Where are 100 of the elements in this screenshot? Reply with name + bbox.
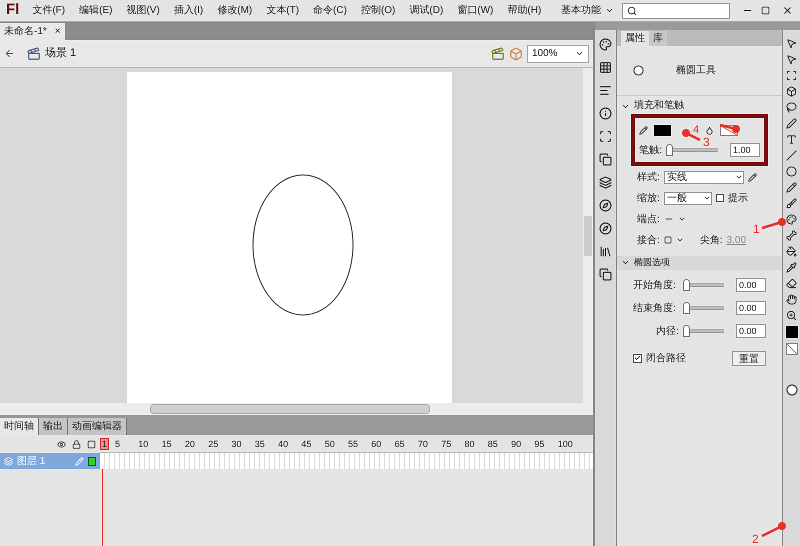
tool-icon[interactable] xyxy=(786,118,797,129)
frame-number: 20 xyxy=(184,438,195,451)
slider-thumb[interactable] xyxy=(683,325,690,337)
tool-icon[interactable] xyxy=(786,262,797,273)
panel-dock-icon[interactable] xyxy=(599,222,612,235)
edit-symbol-icon xyxy=(509,46,523,60)
annotation-number: 4 xyxy=(693,123,700,138)
frame-number: 55 xyxy=(348,438,358,451)
annotation-number: 3 xyxy=(703,134,710,151)
field-label: 开始角度: xyxy=(633,278,677,292)
outline-swatch xyxy=(88,456,96,466)
tool-icon[interactable] xyxy=(786,294,797,305)
tool-icon[interactable] xyxy=(786,86,797,97)
menu-item[interactable]: 命令(C) xyxy=(306,3,354,18)
menu-item[interactable]: 编辑(E) xyxy=(72,3,120,18)
style-dropdown[interactable]: 实线 xyxy=(664,170,744,184)
tool-icon[interactable] xyxy=(786,54,797,65)
menu-item[interactable]: 帮助(H) xyxy=(500,3,548,18)
frame-number: 100 xyxy=(558,438,573,451)
frame-number: 10 xyxy=(138,438,148,451)
timeline-tab[interactable]: 输出 xyxy=(39,418,68,435)
value-input[interactable]: 0.00 xyxy=(736,278,766,292)
menu-item[interactable]: 调试(D) xyxy=(402,3,450,18)
menu-item[interactable]: 修改(M) xyxy=(210,3,260,18)
panel-dock-icon[interactable] xyxy=(599,84,612,97)
panel-dock-icon[interactable] xyxy=(599,245,612,258)
annotation-number: 1 xyxy=(753,221,760,238)
tool-icon[interactable] xyxy=(786,182,797,193)
search-field[interactable] xyxy=(622,2,730,18)
caret-icon xyxy=(702,194,711,202)
workspace-menu[interactable]: 基本功能 xyxy=(561,3,601,18)
caret-icon xyxy=(678,215,686,223)
timeline-tab[interactable]: 动画编辑器 xyxy=(68,418,127,435)
horizontal-scrollbar[interactable] xyxy=(0,403,593,415)
tab-close[interactable]: × xyxy=(54,24,61,39)
frame-number: 40 xyxy=(278,438,288,451)
fill-color-swatch[interactable] xyxy=(786,343,798,355)
field-label: 端点: xyxy=(637,212,660,226)
tool-icon[interactable] xyxy=(786,150,797,161)
tool-name: 椭圆工具 xyxy=(676,64,716,78)
panel-dock-icon[interactable] xyxy=(599,130,612,143)
slider-thumb[interactable] xyxy=(666,144,673,156)
tool-icon[interactable] xyxy=(786,310,797,321)
stroke-color-swatch[interactable] xyxy=(786,326,798,338)
panel-dock-icon[interactable] xyxy=(599,199,612,212)
tool-icon[interactable] xyxy=(786,214,797,225)
menu-item[interactable]: 控制(O) xyxy=(354,3,402,18)
panel-tab[interactable]: 库 xyxy=(649,31,667,46)
close-path-checkbox[interactable] xyxy=(633,354,642,362)
menu-item[interactable]: 插入(I) xyxy=(166,3,210,18)
slider-thumb[interactable] xyxy=(683,302,690,314)
panel-dock-icon[interactable] xyxy=(599,107,612,120)
frame-number: 65 xyxy=(394,438,405,451)
field-label: 结束角度: xyxy=(633,302,677,316)
panel-dock-icon[interactable] xyxy=(599,38,612,51)
tool-icon[interactable] xyxy=(786,230,797,241)
menu-item[interactable]: 文件(F) xyxy=(25,3,72,18)
tool-icon[interactable] xyxy=(786,70,797,81)
menu-item[interactable]: 视图(V) xyxy=(119,3,167,18)
menu-item[interactable]: 窗口(W) xyxy=(450,3,500,18)
vertical-scrollbar[interactable] xyxy=(583,68,593,403)
tool-icon[interactable] xyxy=(786,166,797,177)
frame-number: 50 xyxy=(324,438,335,451)
tool-icon[interactable] xyxy=(786,134,797,145)
panel-dock-icon[interactable] xyxy=(599,176,612,189)
value-input[interactable]: 0.00 xyxy=(736,301,766,315)
value-input[interactable]: 0.00 xyxy=(736,324,766,338)
back-arrow-icon[interactable] xyxy=(4,48,15,59)
stroke-icon xyxy=(639,126,648,135)
stroke-color-swatch[interactable] xyxy=(654,124,671,136)
frame-number: 60 xyxy=(371,438,382,451)
stroke-input[interactable]: 1.00 xyxy=(730,143,760,157)
caret-icon xyxy=(734,173,743,181)
panel-dock-icon[interactable] xyxy=(599,153,612,166)
search-icon xyxy=(627,6,637,16)
document-title: 未命名-1* xyxy=(4,24,47,39)
tool-icon[interactable] xyxy=(786,198,797,209)
tool-icon[interactable] xyxy=(786,246,797,257)
scale-dropdown[interactable]: 一般 xyxy=(664,192,712,204)
panel-dock-icon[interactable] xyxy=(599,268,612,281)
caret-icon xyxy=(676,236,684,244)
tool-icon[interactable] xyxy=(786,278,797,289)
tool-icon[interactable] xyxy=(786,38,797,49)
caret-icon[interactable] xyxy=(605,6,614,15)
clapperboard-icon xyxy=(27,46,41,60)
zoom-dropdown[interactable]: 100% xyxy=(527,44,589,62)
hint-checkbox[interactable] xyxy=(716,194,724,202)
panel-dock-icon[interactable] xyxy=(599,61,612,74)
timeline-tab[interactable]: 时间轴 xyxy=(0,418,39,435)
frame-number: 80 xyxy=(464,438,475,451)
section-title: 填充和笔触 xyxy=(634,101,684,111)
frame-number: 70 xyxy=(418,438,428,451)
panel-tab[interactable]: 属性 xyxy=(621,31,649,46)
tool-icon[interactable] xyxy=(786,102,797,113)
slider-thumb[interactable] xyxy=(683,279,690,291)
pencil-icon xyxy=(748,172,757,182)
menu-item[interactable]: 文本(T) xyxy=(259,3,306,18)
document-tab[interactable]: 未命名-1* × xyxy=(0,23,65,40)
reset-button[interactable]: 重置 xyxy=(732,350,766,366)
app-logo: Fl xyxy=(5,0,20,20)
